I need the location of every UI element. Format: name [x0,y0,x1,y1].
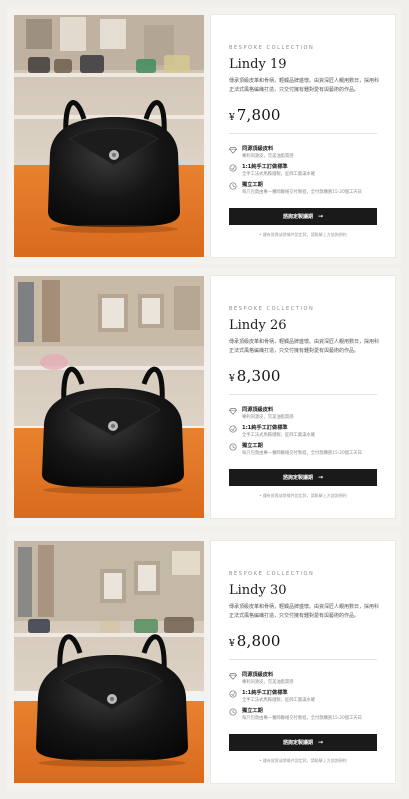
feature-item: 獨立工期 每只包款由專一審師聯絡交付製程，全付款購買15-20個工天日 [229,181,379,201]
feature-subtitle: 每只包款由專一審師聯絡交付製程，全付款購買15-20個工天日 [242,716,362,721]
feature-title: 1:1純手工訂做標準 [242,425,288,431]
price-value: 8,300 [236,367,281,385]
consult-button-label: 諮詢定製議期 [282,740,313,746]
product-price: ¥7,800 [229,105,281,124]
feature-title: 同源頂級皮料 [242,672,274,678]
footnote: • 鍾有欲實或帶條件說定款，請點擊上方諮詢預約 [259,758,347,763]
divider [229,133,377,134]
feature-title: 1:1純手工訂做標準 [242,690,288,696]
feature-subtitle: 專利同源皮，完美油脂質感 [242,154,294,159]
feature-title: 同源頂級皮料 [242,146,274,152]
diamond-icon [229,146,237,154]
clock-icon [229,182,237,190]
product-photo [14,15,204,257]
divider [229,659,377,660]
feature-subtitle: 專利同源皮，完美油脂質感 [242,415,294,420]
consult-button-label: 諮詢定製議期 [282,214,313,220]
arrow-right-icon: → [317,213,324,220]
feature-title: 1:1純手工訂做標準 [242,164,288,170]
currency-symbol: ¥ [229,374,235,384]
feature-subtitle: 全手工法式馬鞍縫製，匠師工藝滿水確 [242,172,316,177]
footnote: • 鍾有欲實或帶條件說定款，請點擊上方諮詢預約 [259,493,347,498]
arrow-right-icon: → [317,739,324,746]
feature-subtitle: 專利同源皮，完美油脂質感 [242,680,294,685]
feature-subtitle: 全手工法式馬鞍縫製，匠師工藝滿水確 [242,433,316,438]
product-price: ¥8,800 [229,631,281,650]
clock-icon [229,708,237,716]
diamond-icon [229,407,237,415]
product-photo [14,541,204,783]
stitch-icon [229,690,237,698]
stitch-icon [229,425,237,433]
product-description: 傳承頂級皮革和骨柄，輕觸品牌盛懷。由資深匠人親用數日，採用科正法式風格編織打造，… [229,339,380,354]
feature-title: 同源頂級皮料 [242,407,274,413]
product-title: Lindy 26 [229,318,287,333]
product-card: BESPOKE COLLECTION Lindy 19 傳承頂級皮革和骨柄，輕觸… [6,7,401,265]
collection-eyebrow: BESPOKE COLLECTION [229,571,315,577]
product-description: 傳承頂級皮革和骨柄，輕觸品牌盛懷。由資深匠人親用數日，採用科正法式風格編織打造，… [229,78,380,93]
feature-item: 同源頂級皮料 專利同源皮，完美油脂質感 [229,406,379,426]
price-value: 8,800 [236,632,281,650]
collection-eyebrow: BESPOKE COLLECTION [229,45,315,51]
arrow-right-icon: → [317,474,324,481]
feature-title: 獨立工期 [242,708,263,714]
product-description: 傳承頂級皮革和骨柄，輕觸品牌盛懷。由資深匠人親用數日，採用科正法式風格編織打造，… [229,604,380,619]
feature-subtitle: 每只包款由專一審師聯絡交付製程，全付款購買15-20個工天日 [242,451,362,456]
divider [229,394,377,395]
feature-subtitle: 每只包款由專一審師聯絡交付製程，全付款購買15-20個工天日 [242,190,362,195]
product-price: ¥8,300 [229,366,281,385]
currency-symbol: ¥ [229,113,235,123]
product-card: BESPOKE COLLECTION Lindy 30 傳承頂級皮革和骨柄，輕觸… [6,533,401,791]
product-info-panel: BESPOKE COLLECTION Lindy 19 傳承頂級皮革和骨柄，輕觸… [211,15,395,257]
price-value: 7,800 [236,106,281,124]
consult-button[interactable]: 諮詢定製議期 → [229,208,377,225]
currency-symbol: ¥ [229,639,235,649]
product-title: Lindy 19 [229,57,287,72]
feature-item: 1:1純手工訂做標準 全手工法式馬鞍縫製，匠師工藝滿水確 [229,163,379,183]
feature-item: 同源頂級皮料 專利同源皮，完美油脂質感 [229,671,379,691]
feature-item: 獨立工期 每只包款由專一審師聯絡交付製程，全付款購買15-20個工天日 [229,442,379,462]
product-title: Lindy 30 [229,583,287,598]
footnote: • 鍾有欲實或帶條件說定款，請點擊上方諮詢預約 [259,232,347,237]
product-info-panel: BESPOKE COLLECTION Lindy 26 傳承頂級皮革和骨柄，輕觸… [211,276,395,518]
feature-item: 同源頂級皮料 專利同源皮，完美油脂質感 [229,145,379,165]
product-card: BESPOKE COLLECTION Lindy 26 傳承頂級皮革和骨柄，輕觸… [6,268,401,526]
feature-item: 1:1純手工訂做標準 全手工法式馬鞍縫製，匠師工藝滿水確 [229,424,379,444]
feature-item: 獨立工期 每只包款由專一審師聯絡交付製程，全付款購買15-20個工天日 [229,707,379,727]
consult-button[interactable]: 諮詢定製議期 → [229,469,377,486]
feature-subtitle: 全手工法式馬鞍縫製，匠師工藝滿水確 [242,698,316,703]
collection-eyebrow: BESPOKE COLLECTION [229,306,315,312]
diamond-icon [229,672,237,680]
feature-title: 獨立工期 [242,182,263,188]
consult-button[interactable]: 諮詢定製議期 → [229,734,377,751]
product-info-panel: BESPOKE COLLECTION Lindy 30 傳承頂級皮革和骨柄，輕觸… [211,541,395,783]
feature-item: 1:1純手工訂做標準 全手工法式馬鞍縫製，匠師工藝滿水確 [229,689,379,709]
feature-title: 獨立工期 [242,443,263,449]
clock-icon [229,443,237,451]
product-photo [14,276,204,518]
stitch-icon [229,164,237,172]
consult-button-label: 諮詢定製議期 [282,475,313,481]
